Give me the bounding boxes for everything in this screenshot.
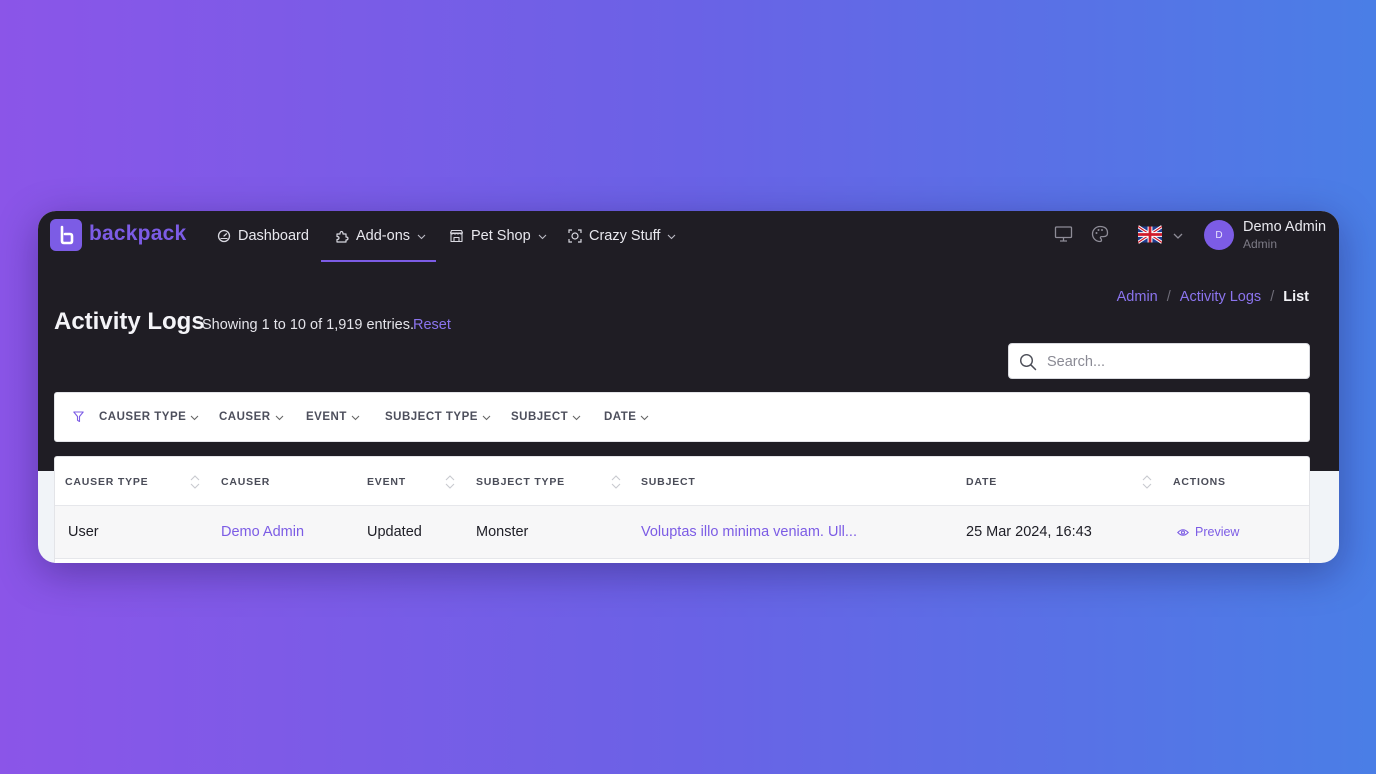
filter-subject[interactable]: SUBJECT (511, 411, 581, 423)
column-header-event[interactable]: EVENT (367, 476, 406, 488)
chevron-down-icon (538, 234, 547, 239)
filter-date[interactable]: DATE (604, 411, 649, 423)
palette-icon[interactable] (1091, 225, 1109, 243)
chevron-down-icon (641, 415, 649, 420)
preview-button[interactable]: Preview (1177, 525, 1239, 539)
filter-event[interactable]: EVENT (306, 411, 360, 423)
nav-petshop[interactable]: Pet Shop (449, 226, 547, 246)
nav-addons-label: Add-ons (356, 228, 411, 244)
filter-label: DATE (604, 411, 637, 423)
search-input[interactable] (1047, 350, 1297, 374)
puzzle-icon (336, 230, 349, 243)
search-icon (1019, 353, 1037, 371)
sort-icon[interactable] (1142, 473, 1152, 491)
breadcrumb: Admin / Activity Logs / List (1117, 289, 1309, 305)
cell-event: Updated (367, 524, 422, 540)
activity-logs-table: CAUSER TYPE CAUSER EVENT SUBJECT TYPE SU… (54, 456, 1310, 563)
breadcrumb-separator: / (1166, 289, 1171, 305)
filter-icon (73, 411, 84, 423)
chevron-down-icon (275, 415, 283, 420)
preview-label: Preview (1195, 525, 1240, 539)
breadcrumb-current: List (1283, 289, 1309, 305)
filter-causer-type[interactable]: CAUSER TYPE (99, 411, 199, 423)
cell-date: 25 Mar 2024, 16:43 (966, 524, 1092, 540)
filter-bar: CAUSER TYPE CAUSER EVENT SUBJECT TYPE SU… (54, 392, 1310, 442)
table-row: User Demo Admin Updated Monster Voluptas… (55, 506, 1309, 559)
filter-label: CAUSER (219, 411, 271, 423)
cell-causer-link[interactable]: Demo Admin (221, 524, 304, 540)
cell-subject-link[interactable]: Voluptas illo minima veniam. Ull... (641, 524, 857, 540)
filter-causer[interactable]: CAUSER (219, 411, 284, 423)
nav-dashboard-label: Dashboard (238, 228, 309, 244)
avatar[interactable]: D (1204, 220, 1234, 250)
column-header-date[interactable]: DATE (966, 476, 997, 488)
store-icon (449, 229, 464, 243)
breadcrumb-admin[interactable]: Admin (1117, 289, 1158, 305)
nav-crazy-label: Crazy Stuff (589, 228, 661, 244)
entries-count: Showing 1 to 10 of 1,919 entries. (202, 317, 415, 333)
table-header: CAUSER TYPE CAUSER EVENT SUBJECT TYPE SU… (55, 457, 1309, 506)
filter-label: SUBJECT TYPE (385, 411, 478, 423)
user-role: Admin (1243, 237, 1278, 251)
filter-subject-type[interactable]: SUBJECT TYPE (385, 411, 491, 423)
reset-link[interactable]: Reset (413, 317, 451, 333)
filter-label: CAUSER TYPE (99, 411, 187, 423)
search-box (1008, 343, 1310, 379)
app-window: backpack Dashboard Add-ons Pet Shop Craz… (38, 211, 1339, 563)
chevron-down-icon (482, 415, 491, 420)
sort-icon[interactable] (445, 473, 455, 491)
chevron-down-icon (668, 234, 676, 239)
breadcrumb-activity-logs[interactable]: Activity Logs (1180, 289, 1261, 305)
chevron-down-icon (351, 415, 360, 420)
chevron-down-icon (572, 415, 581, 420)
nav-crazy-stuff[interactable]: Crazy Stuff (568, 226, 676, 246)
column-header-subject-type[interactable]: SUBJECT TYPE (476, 476, 565, 488)
gauge-icon (217, 229, 231, 243)
breadcrumb-separator: / (1270, 289, 1275, 305)
chevron-down-icon (190, 415, 199, 420)
filter-label: EVENT (306, 411, 347, 423)
nav-petshop-label: Pet Shop (471, 228, 531, 244)
page-title: Activity Logs (54, 308, 205, 335)
brand-name[interactable]: backpack (89, 222, 186, 246)
cell-causer-type: User (68, 524, 99, 540)
top-navbar: backpack Dashboard Add-ons Pet Shop Craz… (38, 211, 1339, 262)
column-header-causer-type[interactable]: CAUSER TYPE (65, 476, 148, 488)
sort-icon[interactable] (190, 473, 200, 491)
column-header-actions: ACTIONS (1173, 476, 1226, 488)
cell-subject-type: Monster (476, 524, 529, 540)
logo-icon[interactable] (50, 219, 82, 251)
nav-addons[interactable]: Add-ons (334, 226, 426, 246)
focus-frame-icon (568, 229, 582, 243)
filter-label: SUBJECT (511, 411, 569, 423)
active-nav-indicator (321, 260, 436, 262)
sort-icon[interactable] (611, 473, 621, 491)
column-header-subject: SUBJECT (641, 476, 696, 488)
uk-flag-icon[interactable] (1138, 225, 1162, 244)
monitor-icon[interactable] (1054, 225, 1073, 243)
chevron-down-icon (417, 234, 426, 239)
eye-icon (1177, 528, 1189, 536)
column-header-causer: CAUSER (221, 476, 271, 488)
nav-dashboard[interactable]: Dashboard (217, 226, 309, 246)
user-name[interactable]: Demo Admin (1243, 219, 1326, 235)
chevron-down-icon[interactable] (1173, 231, 1183, 241)
